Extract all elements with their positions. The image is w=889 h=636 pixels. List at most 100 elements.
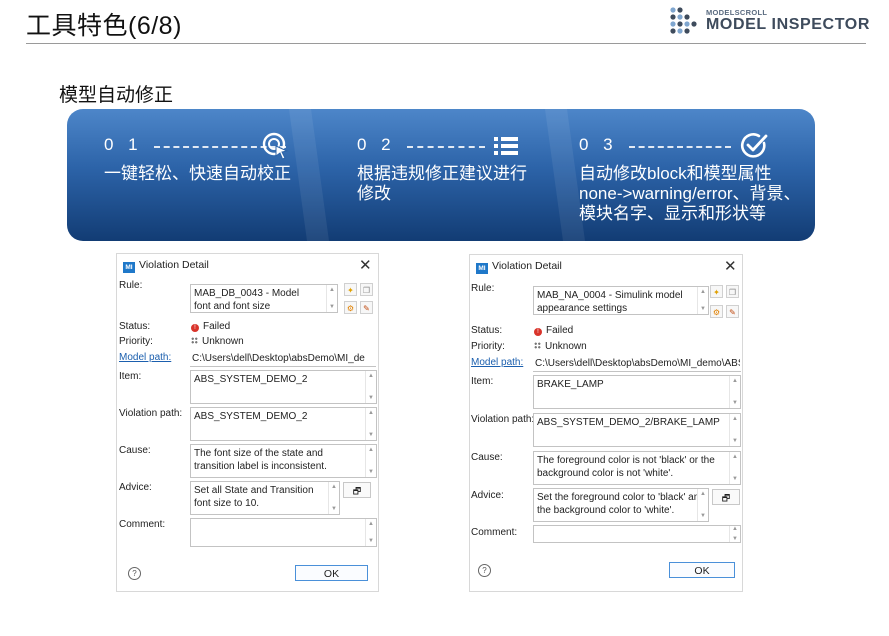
copy-icon[interactable]: ❐: [360, 283, 373, 296]
cause-scrollbar[interactable]: ▲ ▼: [365, 445, 376, 477]
close-button[interactable]: ✕: [359, 256, 372, 274]
dialog-title-bar: MI Violation Detail: [476, 260, 562, 274]
scroll-up-icon[interactable]: ▲: [366, 521, 376, 527]
status-text: Failed: [546, 325, 574, 336]
status-value: ! Failed: [534, 325, 573, 336]
violation-path-scrollbar[interactable]: ▲ ▼: [365, 408, 376, 440]
apply-advice-button[interactable]: 🗗: [343, 482, 371, 498]
cause-field[interactable]: The font size of the state and transitio…: [190, 444, 377, 478]
dialog-title: Violation Detail: [492, 260, 562, 272]
rule-scrollbar[interactable]: ▲ ▼: [326, 285, 337, 312]
help-icon[interactable]: ?: [478, 564, 491, 577]
rule-scrollbar[interactable]: ▲ ▼: [697, 287, 708, 314]
apply-advice-button[interactable]: 🗗: [712, 489, 740, 505]
violation-path-field[interactable]: ABS_SYSTEM_DEMO_2: [190, 407, 377, 441]
priority-label: Priority:: [119, 336, 153, 347]
feature-dash-line: [629, 146, 731, 148]
feature-banner: 0 1 一键轻松、快速自动校正 0 2 根据违规修正建议进行 修改 0 3 自动…: [67, 109, 815, 241]
scroll-up-icon[interactable]: ▲: [698, 491, 708, 497]
status-label: Status:: [471, 325, 503, 336]
item-scrollbar[interactable]: ▲ ▼: [729, 376, 740, 408]
scroll-up-icon[interactable]: ▲: [329, 484, 339, 490]
bulb-icon[interactable]: ✦: [344, 283, 357, 296]
scroll-up-icon[interactable]: ▲: [730, 378, 740, 384]
rule-text-line: MAB_NA_0004 - Simulink model: [537, 290, 683, 301]
item-field[interactable]: BRAKE_LAMP: [533, 375, 741, 409]
scroll-down-icon[interactable]: ▼: [730, 438, 740, 444]
header-divider: [26, 43, 866, 44]
cause-field[interactable]: The foreground color is not 'black' or t…: [533, 451, 741, 485]
list-icon: [494, 137, 518, 155]
help-icon[interactable]: ?: [128, 567, 141, 580]
comment-field[interactable]: [533, 525, 741, 543]
rule-label: Rule:: [119, 280, 143, 291]
check-circle-icon: [741, 133, 768, 158]
violation-path-field[interactable]: ABS_SYSTEM_DEMO_2/BRAKE_LAMP: [533, 413, 741, 447]
scroll-up-icon[interactable]: ▲: [730, 416, 740, 422]
logo-mark-icon: [670, 7, 697, 34]
comment-field[interactable]: [190, 518, 377, 547]
feature-text: 一键轻松、快速自动校正: [104, 164, 291, 184]
comment-label: Comment:: [119, 519, 166, 530]
scroll-down-icon[interactable]: ▼: [329, 506, 339, 512]
scroll-down-icon[interactable]: ▼: [730, 400, 740, 406]
feature-text-line: 根据违规修正建议进行: [357, 164, 527, 183]
wrench-icon[interactable]: ✎: [726, 305, 739, 318]
scroll-down-icon[interactable]: ▼: [698, 513, 708, 519]
scroll-up-icon[interactable]: ▲: [730, 454, 740, 460]
ok-button[interactable]: OK: [295, 565, 368, 581]
comment-scrollbar[interactable]: ▲ ▼: [729, 526, 740, 542]
priority-icon: [191, 337, 198, 344]
wrench-icon[interactable]: ✎: [360, 301, 373, 314]
bulb-icon[interactable]: ✦: [710, 285, 723, 298]
model-path-value: C:\Users\dell\Desktop\absDemo\MI_de: [192, 353, 365, 364]
rule-field[interactable]: MAB_DB_0043 - Model font and font size: [190, 284, 338, 313]
item-text: BRAKE_LAMP: [537, 379, 604, 390]
scroll-down-icon[interactable]: ▼: [366, 538, 376, 544]
scroll-down-icon[interactable]: ▼: [366, 469, 376, 475]
scroll-down-icon[interactable]: ▼: [730, 536, 740, 542]
feature-number: 0 2: [357, 135, 396, 154]
rule-field[interactable]: MAB_NA_0004 - Simulink model appearance …: [533, 286, 709, 315]
advice-scrollbar[interactable]: ▲ ▼: [328, 482, 339, 514]
rule-text-line: MAB_DB_0043 - Model: [194, 288, 300, 299]
advice-field[interactable]: Set the foreground color to 'black' and …: [533, 488, 709, 522]
fix-icon[interactable]: ⚙: [710, 305, 723, 318]
advice-field[interactable]: Set all State and Transition font size t…: [190, 481, 340, 515]
violation-path-text: ABS_SYSTEM_DEMO_2: [194, 411, 308, 422]
item-field[interactable]: ABS_SYSTEM_DEMO_2: [190, 370, 377, 404]
violation-detail-dialog: MI Violation Detail ✕ Rule: MAB_NA_0004 -…: [469, 254, 743, 592]
feature-2: 0 2 根据违规修正建议进行 修改: [357, 109, 557, 241]
scroll-down-icon[interactable]: ▼: [730, 476, 740, 482]
priority-text: Unknown: [545, 341, 587, 352]
scroll-up-icon[interactable]: ▲: [366, 410, 376, 416]
scroll-up-icon[interactable]: ▲: [366, 373, 376, 379]
violation-path-scrollbar[interactable]: ▲ ▼: [729, 414, 740, 446]
advice-scrollbar[interactable]: ▲ ▼: [697, 489, 708, 521]
scroll-up-icon[interactable]: ▲: [366, 447, 376, 453]
scroll-down-icon[interactable]: ▼: [366, 395, 376, 401]
mi-app-icon: MI: [123, 262, 135, 273]
item-scrollbar[interactable]: ▲ ▼: [365, 371, 376, 403]
cause-scrollbar[interactable]: ▲ ▼: [729, 452, 740, 484]
scroll-down-icon[interactable]: ▼: [366, 432, 376, 438]
priority-label: Priority:: [471, 341, 505, 352]
model-path-link[interactable]: Model path:: [471, 357, 523, 368]
status-text: Failed: [203, 321, 231, 332]
scroll-up-icon[interactable]: ▲: [730, 526, 740, 532]
copy-icon[interactable]: ❐: [726, 285, 739, 298]
model-path-link[interactable]: Model path:: [119, 352, 171, 363]
fix-icon[interactable]: ⚙: [344, 301, 357, 314]
close-button[interactable]: ✕: [724, 257, 737, 275]
ok-button[interactable]: OK: [669, 562, 735, 578]
scroll-up-icon[interactable]: ▲: [327, 287, 337, 293]
scroll-up-icon[interactable]: ▲: [698, 289, 708, 295]
model-path-value: C:\Users\dell\Desktop\absDemo\MI_demo\AB…: [535, 358, 740, 369]
scroll-down-icon[interactable]: ▼: [698, 306, 708, 312]
advice-text-line: the background color to 'white'.: [537, 505, 675, 516]
item-text: ABS_SYSTEM_DEMO_2: [194, 374, 308, 385]
feature-text-line: 一键轻松、快速自动校正: [104, 164, 291, 183]
priority-icon: [534, 342, 541, 349]
scroll-down-icon[interactable]: ▼: [327, 304, 337, 310]
comment-scrollbar[interactable]: ▲ ▼: [365, 519, 376, 546]
